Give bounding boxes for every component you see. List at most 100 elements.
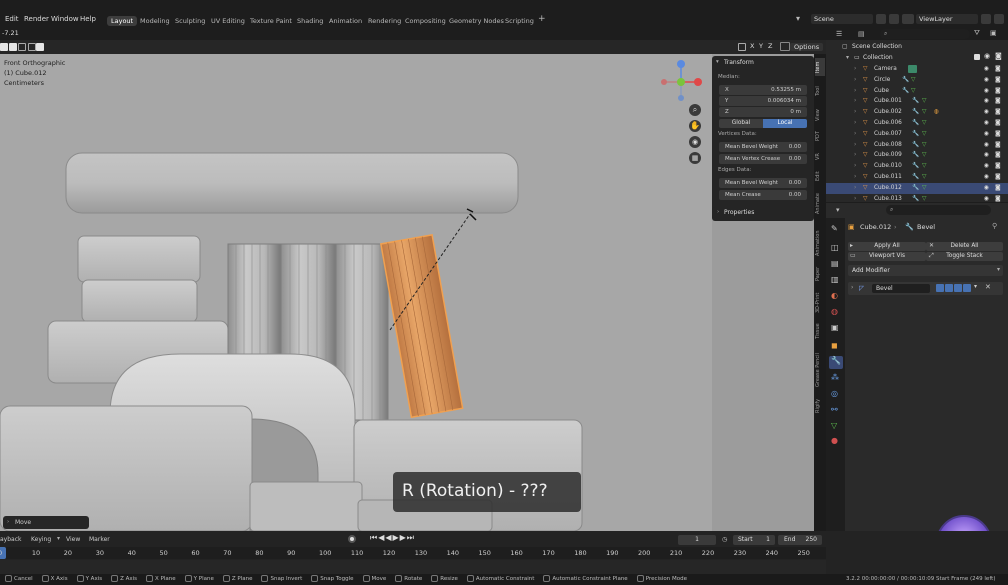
outliner-row[interactable]: › ▽ Cube.010 🔧 ▽ ◉ ◙ xyxy=(826,161,1008,172)
outliner-item-label[interactable]: Cube.007 xyxy=(874,129,902,140)
visibility-eye-icon[interactable]: ◉ xyxy=(984,96,989,107)
outliner-row[interactable]: › ▽ Cube.002 🔧 ▽ ◍ ◉ ◙ xyxy=(826,107,1008,118)
median-z-field[interactable]: Z0 m xyxy=(719,107,807,117)
chevron-right-icon[interactable]: › xyxy=(854,86,856,97)
display-mode-icon[interactable]: ▤ xyxy=(858,30,865,38)
outliner-item-label[interactable]: Cube.002 xyxy=(874,107,902,118)
object-tab-icon[interactable]: ◼ xyxy=(831,341,838,350)
chevron-down-icon[interactable]: ▾ xyxy=(846,54,849,61)
sidebar-tab-pdt[interactable]: PDT xyxy=(815,128,825,144)
chevron-right-icon[interactable]: › xyxy=(854,118,856,129)
chevron-right-icon[interactable]: › xyxy=(851,284,853,291)
render-camera-icon[interactable]: ◙ xyxy=(995,52,1002,60)
visibility-eye-icon[interactable]: ◉ xyxy=(984,75,989,86)
material-tab-icon[interactable]: ● xyxy=(831,436,838,445)
median-x-field[interactable]: X 0.53255 m xyxy=(719,85,807,95)
new-collection-icon[interactable]: ▣ xyxy=(990,29,997,37)
constraints-tab-icon[interactable]: ⚯ xyxy=(831,405,838,414)
scene-tab-icon[interactable]: ◐ xyxy=(831,291,838,300)
sidebar-tab-item[interactable]: Item xyxy=(815,58,825,76)
visibility-eye-icon[interactable]: ◉ xyxy=(984,129,989,140)
render-camera-icon[interactable]: ◙ xyxy=(995,107,1001,118)
tab-modeling[interactable]: Modeling xyxy=(136,16,174,26)
viewport-display-toggle-icon[interactable] xyxy=(954,284,962,292)
select-mode-vertex-icon[interactable] xyxy=(0,43,8,51)
particles-tab-icon[interactable]: ⁂ xyxy=(831,373,839,382)
outliner-item-label[interactable]: Cube.010 xyxy=(874,161,902,172)
visibility-eye-icon[interactable]: ◉ xyxy=(984,52,990,60)
visibility-eye-icon[interactable]: ◉ xyxy=(984,172,989,183)
output-tab-icon[interactable]: ▤ xyxy=(831,259,839,268)
collection-checkbox[interactable] xyxy=(974,54,980,60)
view-layer-selector[interactable]: ViewLayer xyxy=(916,14,978,24)
props-tab-rigify[interactable]: Rigify xyxy=(815,396,825,416)
props-tab-paper[interactable]: Paper xyxy=(815,264,825,284)
preview-range-icon[interactable]: ◷ xyxy=(722,536,727,543)
outliner-item-label[interactable]: Cube.011 xyxy=(874,172,902,183)
outliner-row[interactable]: › ▽ Cube.009 🔧 ▽ ◉ ◙ xyxy=(826,150,1008,161)
properties-search-input[interactable]: ⌕ xyxy=(886,205,991,215)
outliner-row[interactable]: › ▽ Cube.012 🔧 ▽ ◉ ◙ xyxy=(826,182,1008,194)
pin-icon[interactable]: ⚲ xyxy=(992,222,997,230)
visibility-eye-icon[interactable]: ◉ xyxy=(984,86,989,97)
zoom-icon[interactable]: ⌕ xyxy=(689,104,701,116)
world-tab-icon[interactable]: ◍ xyxy=(831,307,838,316)
render-camera-icon[interactable]: ◙ xyxy=(995,96,1001,107)
menu-render[interactable]: Render xyxy=(24,15,49,23)
timeline-menu-playback[interactable]: ayback xyxy=(0,536,22,543)
timeline-menu-keying[interactable]: Keying xyxy=(31,536,51,543)
sidebar-tab-animate[interactable]: Animate xyxy=(815,190,825,218)
outliner-item-label[interactable]: Cube.008 xyxy=(874,140,902,151)
tab-sculpting[interactable]: Sculpting xyxy=(171,16,209,26)
tab-texture-paint[interactable]: Texture Paint xyxy=(246,16,296,26)
add-modifier-dropdown[interactable]: Add Modifier ▾ xyxy=(848,265,1003,276)
mirror-icon[interactable] xyxy=(738,43,746,51)
view-layer-tab-icon[interactable]: ▥ xyxy=(831,275,839,284)
mirror-axis-y[interactable]: Y xyxy=(759,42,763,50)
props-tab-animation[interactable]: Animation xyxy=(815,226,825,260)
render-camera-icon[interactable]: ◙ xyxy=(995,183,1001,194)
select-mode-face-icon[interactable] xyxy=(18,43,26,51)
chevron-down-icon[interactable]: ▾ xyxy=(974,283,977,290)
outliner-item-label[interactable]: Cube.001 xyxy=(874,96,902,107)
render-camera-icon[interactable]: ◙ xyxy=(995,129,1001,140)
physics-tab-icon[interactable]: ◎ xyxy=(831,389,838,398)
record-button[interactable] xyxy=(348,535,356,543)
remove-modifier-icon[interactable]: ✕ xyxy=(985,283,991,291)
chevron-right-icon[interactable]: › xyxy=(854,64,856,75)
outliner-item-label[interactable]: Cube xyxy=(874,86,889,97)
mean-crease-field[interactable]: Mean Crease 0.00 xyxy=(719,190,807,200)
timeline-menu-view[interactable]: View xyxy=(66,536,80,543)
current-frame-field[interactable]: 1 xyxy=(678,535,716,545)
scene-selector[interactable]: Scene xyxy=(811,14,873,24)
chevron-right-icon[interactable]: › xyxy=(854,172,856,183)
add-workspace-button[interactable]: + xyxy=(534,13,550,25)
render-camera-icon[interactable]: ◙ xyxy=(995,161,1001,172)
render-toggle-icon[interactable] xyxy=(963,284,971,292)
chevron-right-icon[interactable]: › xyxy=(854,140,856,151)
pin-icon[interactable] xyxy=(780,42,790,51)
chevron-right-icon[interactable]: › xyxy=(854,75,856,86)
editor-type-icon[interactable]: ☰ xyxy=(836,30,846,39)
data-tab-icon[interactable]: ▽ xyxy=(831,421,837,430)
visibility-eye-icon[interactable]: ◉ xyxy=(984,150,989,161)
tool-tab-icon[interactable]: ✎ xyxy=(831,224,838,233)
chevron-right-icon[interactable]: › xyxy=(854,183,856,194)
select-extend-icon[interactable] xyxy=(28,43,36,51)
menu-window[interactable]: Window xyxy=(51,15,79,23)
outliner-item-label[interactable]: Cube.009 xyxy=(874,150,902,161)
outliner-row[interactable]: › ▽ Cube 🔧 ▽ ◉ ◙ xyxy=(826,86,1008,97)
mirror-axis-x[interactable]: X xyxy=(750,42,754,50)
filter-icon[interactable]: ⛛ xyxy=(974,29,980,38)
cage-toggle-icon[interactable] xyxy=(945,284,953,292)
sidebar-tab-vr[interactable]: VR xyxy=(815,150,825,164)
render-camera-icon[interactable]: ◙ xyxy=(995,150,1001,161)
timeline-menu-marker[interactable]: Marker xyxy=(89,536,110,543)
collection-label[interactable]: Collection xyxy=(863,54,893,61)
properties-editor-type-icon[interactable]: ▾ xyxy=(836,206,840,214)
tab-shading[interactable]: Shading xyxy=(293,16,327,26)
new-view-layer-icon[interactable] xyxy=(981,14,991,24)
local-toggle[interactable]: Local xyxy=(763,119,807,128)
delete-all-button[interactable]: Delete All xyxy=(926,242,1003,251)
pan-hand-icon[interactable]: ✋ xyxy=(689,120,701,132)
